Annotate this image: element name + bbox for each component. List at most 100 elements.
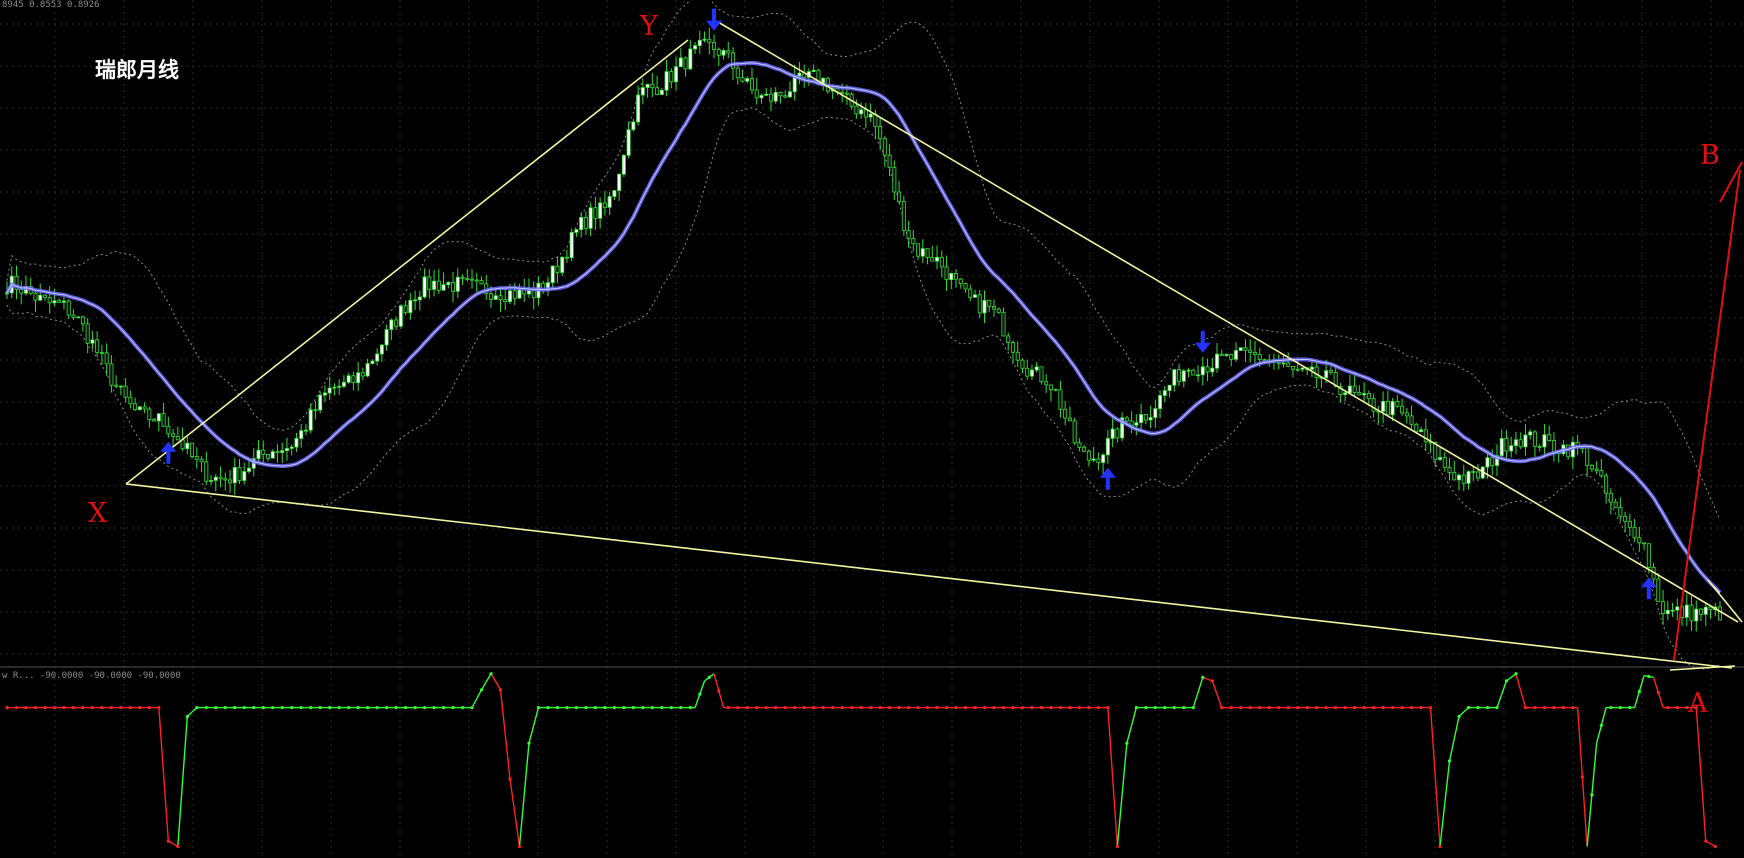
oscillator-point bbox=[309, 706, 313, 710]
trendline-x-to-y bbox=[125, 39, 689, 485]
candle bbox=[560, 256, 565, 277]
oscillator-segment bbox=[1501, 680, 1508, 695]
oscillator-segment bbox=[1576, 707, 1584, 778]
candle-body bbox=[1153, 408, 1158, 418]
candle-body bbox=[398, 305, 403, 327]
chart-window[interactable]: 8945 0.8553 0.8926 w R... -90.0000 -90.0… bbox=[0, 0, 1744, 858]
oscillator-point bbox=[631, 706, 635, 710]
oscillator-segment bbox=[181, 716, 189, 782]
candle bbox=[764, 87, 769, 96]
oscillator-segment bbox=[528, 725, 535, 744]
candle bbox=[1542, 423, 1547, 456]
candle-body bbox=[294, 438, 299, 448]
candle-body bbox=[1551, 440, 1556, 452]
oscillator-segment bbox=[1496, 694, 1503, 708]
oscillator-point bbox=[1571, 706, 1575, 710]
candle bbox=[1461, 464, 1466, 492]
candle bbox=[1238, 347, 1243, 352]
oscillator-point bbox=[385, 706, 389, 710]
oscillator-point bbox=[441, 706, 446, 710]
candle bbox=[194, 447, 199, 469]
candle bbox=[1523, 424, 1528, 456]
candle bbox=[280, 442, 285, 464]
candle bbox=[1689, 595, 1694, 631]
candle bbox=[707, 27, 712, 55]
candle bbox=[678, 48, 683, 68]
candle bbox=[42, 294, 47, 301]
candle bbox=[1632, 519, 1637, 542]
candle-body bbox=[659, 89, 664, 95]
candle-body bbox=[669, 71, 674, 83]
oscillator-point bbox=[43, 706, 47, 710]
chart-title: 瑞郎月线 bbox=[95, 58, 179, 82]
oscillator-segment bbox=[1600, 707, 1607, 726]
candle bbox=[1509, 436, 1514, 458]
candle-body bbox=[118, 385, 123, 388]
oscillator-segment bbox=[1216, 694, 1223, 708]
candle-body bbox=[1219, 353, 1224, 356]
candle bbox=[944, 255, 949, 291]
candle-body bbox=[1419, 429, 1424, 433]
price-chart[interactable] bbox=[0, 0, 1744, 858]
candle bbox=[1547, 425, 1552, 442]
candle bbox=[33, 291, 38, 312]
candle bbox=[408, 292, 413, 320]
candle-body bbox=[574, 229, 579, 233]
oscillator-point bbox=[33, 706, 38, 710]
candle-body bbox=[697, 39, 702, 47]
candle bbox=[294, 432, 299, 452]
candle bbox=[1385, 390, 1390, 416]
candle-body bbox=[71, 314, 76, 318]
candle-body bbox=[1286, 362, 1291, 367]
oscillator-point bbox=[432, 706, 436, 710]
candle bbox=[650, 73, 655, 98]
candle bbox=[569, 228, 574, 262]
candle bbox=[531, 281, 536, 310]
oscillator-segment bbox=[1116, 794, 1123, 847]
candle bbox=[636, 85, 641, 126]
oscillator-segment bbox=[1515, 673, 1522, 691]
candle-body bbox=[1523, 434, 1528, 448]
candle bbox=[631, 118, 636, 132]
candle bbox=[1219, 349, 1224, 356]
oscillator-segment bbox=[158, 707, 165, 775]
candle bbox=[375, 348, 380, 366]
candle-body bbox=[489, 293, 494, 300]
candle-body bbox=[768, 93, 773, 102]
candle-body bbox=[171, 433, 176, 437]
candle bbox=[289, 444, 294, 456]
oscillator-segment bbox=[1434, 776, 1441, 847]
candle-body bbox=[878, 126, 883, 140]
candle bbox=[1101, 453, 1106, 474]
oscillator-point bbox=[413, 706, 417, 710]
candle-body bbox=[199, 458, 204, 463]
candle bbox=[1029, 364, 1034, 380]
candle-body bbox=[593, 207, 598, 219]
candle-body bbox=[436, 280, 441, 291]
candle-body bbox=[204, 461, 209, 482]
candle bbox=[749, 68, 754, 95]
candle-body bbox=[299, 430, 304, 439]
candle bbox=[716, 47, 721, 67]
candle bbox=[303, 423, 308, 436]
candle bbox=[1120, 412, 1125, 442]
candle-body bbox=[911, 237, 916, 245]
candle bbox=[583, 211, 588, 236]
oscillator-point bbox=[1039, 706, 1044, 710]
oscillator-point bbox=[1182, 706, 1186, 710]
candle-body bbox=[1124, 417, 1129, 422]
oscillator-point bbox=[1381, 706, 1385, 710]
oscillator-point bbox=[821, 706, 825, 710]
oscillator-point bbox=[366, 706, 370, 710]
candle-body bbox=[1091, 458, 1096, 461]
candle bbox=[1181, 368, 1186, 388]
candle bbox=[99, 344, 104, 365]
candle-body bbox=[1309, 366, 1314, 370]
candle bbox=[137, 406, 142, 411]
candle-body bbox=[1215, 353, 1220, 369]
candle bbox=[1532, 430, 1537, 457]
candle-body bbox=[1139, 414, 1144, 424]
candle bbox=[85, 318, 90, 354]
candle-body bbox=[147, 408, 152, 421]
candle-body bbox=[337, 385, 342, 388]
